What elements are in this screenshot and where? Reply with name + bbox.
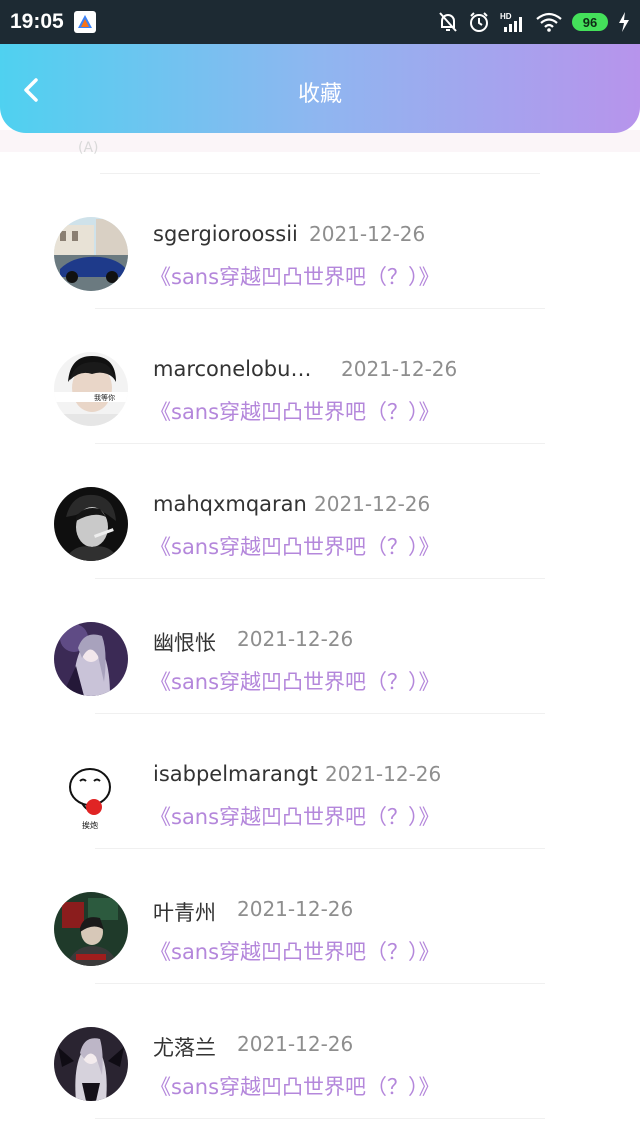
app-notification-icon xyxy=(73,11,96,33)
favorite-date: 2021-12-26 xyxy=(341,357,458,381)
avatar[interactable] xyxy=(54,892,128,966)
favorites-list: sgergioroossii 2021-12-26 《sans穿越凹凸世界吧（？… xyxy=(0,175,640,1120)
favorite-date: 2021-12-26 xyxy=(237,627,354,651)
work-title-link[interactable]: 《sans穿越凹凸世界吧（？）》 xyxy=(150,1071,440,1101)
divider xyxy=(95,713,545,714)
user-name[interactable]: 尤落兰 xyxy=(153,1032,216,1062)
favorite-date: 2021-12-26 xyxy=(237,1032,354,1056)
divider xyxy=(95,578,545,579)
page-title: 收藏 xyxy=(297,82,342,107)
user-name[interactable]: 叶青州 xyxy=(153,897,216,927)
work-title-link[interactable]: 《sans穿越凹凸世界吧（？）》 xyxy=(150,666,440,696)
user-name[interactable]: isabpelmarangt xyxy=(153,762,318,786)
nav-header: 收藏 xyxy=(0,44,640,133)
avatar[interactable] xyxy=(54,217,128,291)
divider xyxy=(100,173,540,174)
work-title-link[interactable]: 《sans穿越凹凸世界吧（？）》 xyxy=(150,801,440,831)
divider xyxy=(95,848,545,849)
work-title-link[interactable]: 《sans穿越凹凸世界吧（？）》 xyxy=(150,936,440,966)
work-title-link[interactable]: 《sans穿越凹凸世界吧（？）》 xyxy=(150,531,440,561)
favorite-date: 2021-12-26 xyxy=(314,492,431,516)
divider xyxy=(95,308,545,309)
divider xyxy=(95,1118,545,1119)
alarm-icon xyxy=(468,11,490,33)
avatar[interactable] xyxy=(54,622,128,696)
avatar-caption: 挨炮 xyxy=(82,820,98,830)
user-name[interactable]: mahqxmqaran xyxy=(153,492,307,516)
avatar[interactable] xyxy=(54,487,128,561)
status-time: 19:05 xyxy=(10,10,64,33)
list-item[interactable]: 我等你 marconeloburl... 2021-12-26 《sans穿越凹… xyxy=(0,310,640,445)
network-type-label: HD xyxy=(500,12,512,21)
list-item[interactable]: 叶青州 2021-12-26 《sans穿越凹凸世界吧（？）》 xyxy=(0,850,640,985)
list-item[interactable]: 尤落兰 2021-12-26 《sans穿越凹凸世界吧（？）》 xyxy=(0,985,640,1120)
list-item[interactable]: mahqxmqaran 2021-12-26 《sans穿越凹凸世界吧（？）》 xyxy=(0,445,640,580)
list-item[interactable]: 挨炮 isabpelmarangt 2021-12-26 《sans穿越凹凸世界… xyxy=(0,715,640,850)
avatar[interactable] xyxy=(54,1027,128,1101)
user-name[interactable]: sgergioroossii xyxy=(153,222,298,246)
avatar[interactable]: 我等你 xyxy=(54,352,128,426)
bell-off-icon xyxy=(438,11,458,33)
previous-item-fragment: (A) xyxy=(78,140,99,156)
favorite-date: 2021-12-26 xyxy=(309,222,426,246)
divider xyxy=(95,983,545,984)
favorite-date: 2021-12-26 xyxy=(237,897,354,921)
list-item[interactable]: 幽恨怅 2021-12-26 《sans穿越凹凸世界吧（？）》 xyxy=(0,580,640,715)
status-bar: 19:05 HD 96 xyxy=(0,0,640,44)
work-title-link[interactable]: 《sans穿越凹凸世界吧（？）》 xyxy=(150,261,440,291)
favorite-date: 2021-12-26 xyxy=(325,762,442,786)
work-title-link[interactable]: 《sans穿越凹凸世界吧（？）》 xyxy=(150,396,440,426)
avatar-caption: 我等你 xyxy=(94,393,115,402)
list-item[interactable]: sgergioroossii 2021-12-26 《sans穿越凹凸世界吧（？… xyxy=(0,175,640,310)
user-name[interactable]: marconeloburl... xyxy=(153,357,318,381)
bolt-icon xyxy=(618,12,630,32)
user-name[interactable]: 幽恨怅 xyxy=(153,627,216,657)
battery-indicator: 96 xyxy=(572,13,608,31)
divider xyxy=(95,443,545,444)
wifi-icon xyxy=(536,12,562,32)
signal-icon: HD xyxy=(500,11,526,33)
avatar[interactable]: 挨炮 xyxy=(54,757,128,831)
